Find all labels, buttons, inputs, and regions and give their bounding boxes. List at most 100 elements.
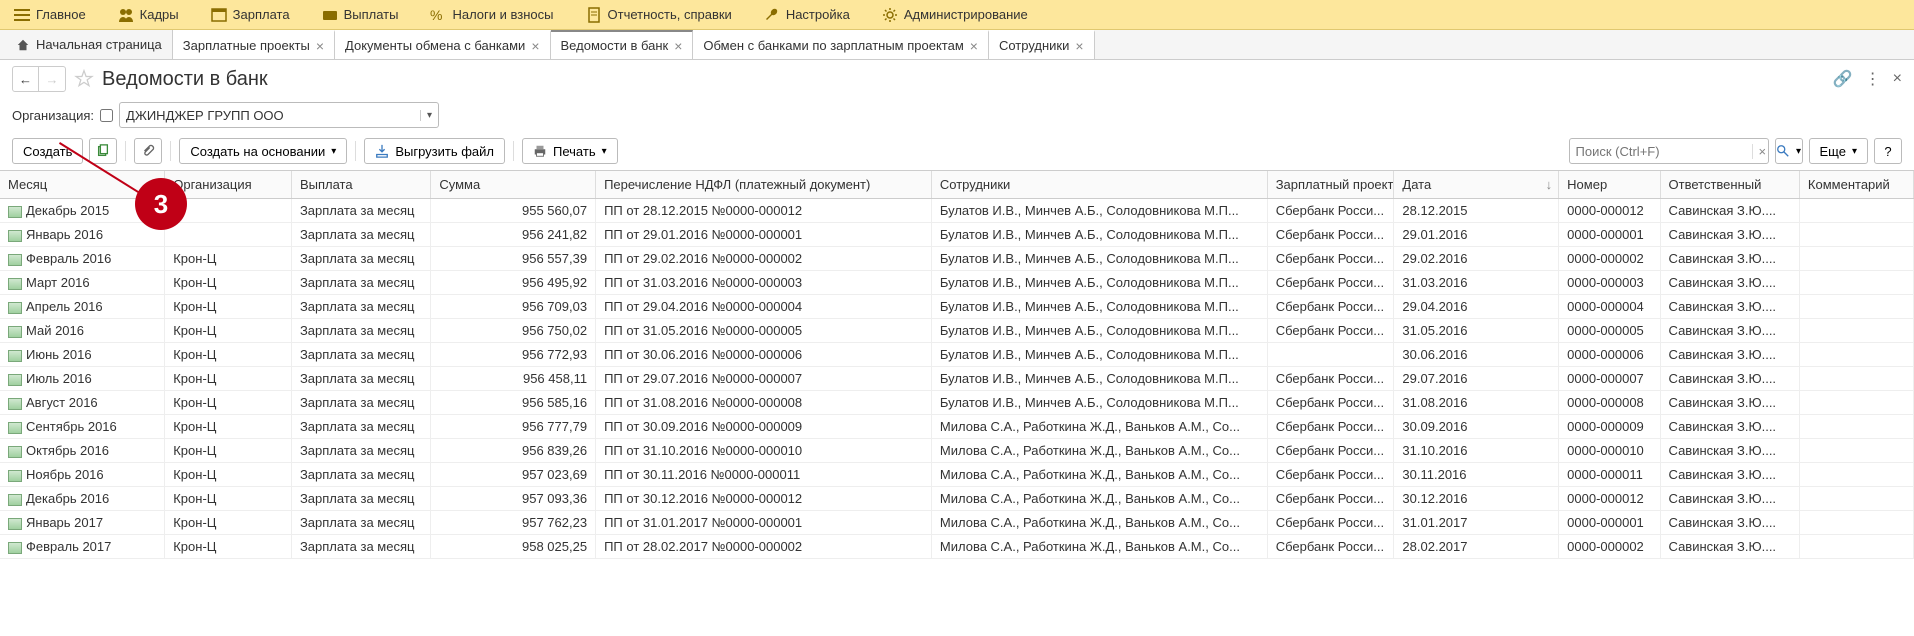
home-icon [16,38,30,52]
menu-reports[interactable]: Отчетность, справки [580,3,738,27]
tabs-bar: Начальная страница Зарплатные проекты×До… [0,30,1914,60]
calendar-icon [211,7,227,23]
table-wrap: МесяцОрганизацияВыплатаСуммаПеречисление… [0,170,1914,634]
org-select[interactable]: ДЖИНДЖЕР ГРУПП ООО ▾ [119,102,439,128]
home-tab[interactable]: Начальная страница [6,30,173,59]
table-row[interactable]: Март 2016Крон-ЦЗарплата за месяц956 495,… [0,271,1914,295]
table-row[interactable]: Ноябрь 2016Крон-ЦЗарплата за месяц957 02… [0,463,1914,487]
printer-icon [533,144,547,158]
row-icon [8,374,22,386]
titlebar: ← → Ведомости в банк 🔗 ⋮ × [0,60,1914,98]
table-row[interactable]: Январь 2016Зарплата за месяц956 241,82ПП… [0,223,1914,247]
menu-icon [14,7,30,23]
menu-taxes[interactable]: % Налоги и взносы [424,3,559,27]
row-icon [8,350,22,362]
search-box[interactable]: × [1569,138,1769,164]
create-based-button[interactable]: Создать на основании▾ [179,138,347,164]
column-header[interactable]: Комментарий [1799,171,1913,199]
gear-icon [882,7,898,23]
close-icon[interactable]: × [674,38,682,54]
search-input[interactable] [1576,144,1752,159]
table-row[interactable]: Июнь 2016Крон-ЦЗарплата за месяц956 772,… [0,343,1914,367]
row-icon [8,326,22,338]
row-icon [8,206,22,218]
toolbar: Создать Создать на основании▾ Выгрузить … [0,132,1914,170]
export-button[interactable]: Выгрузить файл [364,138,505,164]
copy-icon [96,144,110,158]
column-header[interactable]: Ответственный [1660,171,1799,199]
row-icon [8,446,22,458]
table-row[interactable]: Апрель 2016Крон-ЦЗарплата за месяц956 70… [0,295,1914,319]
table-row[interactable]: Февраль 2016Крон-ЦЗарплата за месяц956 5… [0,247,1914,271]
tab[interactable]: Документы обмена с банками× [335,30,550,59]
document-icon [586,7,602,23]
paperclip-icon [141,144,155,158]
org-label: Организация: [12,108,94,123]
search-icon [1776,144,1790,158]
kebab-icon[interactable]: ⋮ [1865,69,1881,89]
column-header[interactable]: Сумма [431,171,596,199]
table-row[interactable]: Январь 2017Крон-ЦЗарплата за месяц957 76… [0,511,1914,535]
close-icon[interactable]: × [970,38,978,54]
back-button[interactable]: ← [13,67,39,91]
tab[interactable]: Сотрудники× [989,30,1095,59]
column-header[interactable]: Выплата [291,171,430,199]
close-icon[interactable]: × [316,38,324,54]
org-checkbox[interactable] [100,109,113,122]
wrench-icon [764,7,780,23]
column-header[interactable]: Перечисление НДФЛ (платежный документ) [596,171,932,199]
filter-row: Организация: ДЖИНДЖЕР ГРУПП ООО ▾ [0,98,1914,132]
table-row[interactable]: Февраль 2017Крон-ЦЗарплата за месяц958 0… [0,535,1914,559]
svg-text:%: % [430,7,442,23]
row-icon [8,518,22,530]
row-icon [8,254,22,266]
export-icon [375,144,389,158]
page-title: Ведомости в банк [102,68,268,91]
column-header[interactable]: Дата [1394,171,1559,199]
row-icon [8,230,22,242]
table-row[interactable]: Июль 2016Крон-ЦЗарплата за месяц956 458,… [0,367,1914,391]
main-menu: Главное Кадры Зарплата Выплаты % Налоги … [0,0,1914,30]
table-row[interactable]: Август 2016Крон-ЦЗарплата за месяц956 58… [0,391,1914,415]
table-row[interactable]: Декабрь 2015Зарплата за месяц955 560,07П… [0,199,1914,223]
print-button[interactable]: Печать▾ [522,138,618,164]
menu-salary[interactable]: Зарплата [205,3,296,27]
column-header[interactable]: Сотрудники [931,171,1267,199]
close-icon[interactable]: × [531,38,539,54]
table-row[interactable]: Декабрь 2016Крон-ЦЗарплата за месяц957 0… [0,487,1914,511]
percent-icon: % [430,7,446,23]
forward-button[interactable]: → [39,67,65,91]
row-icon [8,302,22,314]
copy-button[interactable] [89,138,117,164]
menu-main[interactable]: Главное [8,3,92,27]
menu-payments[interactable]: Выплаты [316,3,405,27]
more-button[interactable]: Еще▾ [1809,138,1868,164]
column-header[interactable]: Зарплатный проект [1267,171,1394,199]
help-button[interactable]: ? [1874,138,1902,164]
close-icon[interactable]: × [1075,38,1083,54]
table-row[interactable]: Сентябрь 2016Крон-ЦЗарплата за месяц956 … [0,415,1914,439]
row-icon [8,542,22,554]
menu-settings[interactable]: Настройка [758,3,856,27]
table-row[interactable]: Октябрь 2016Крон-ЦЗарплата за месяц956 8… [0,439,1914,463]
annotation-badge: 3 [135,178,187,230]
menu-staff[interactable]: Кадры [112,3,185,27]
search-button[interactable]: ▾ [1775,138,1803,164]
link-icon[interactable]: 🔗 [1833,69,1853,89]
tab[interactable]: Обмен с банками по зарплатным проектам× [693,30,989,59]
nav-arrows: ← → [12,66,66,92]
table-row[interactable]: Май 2016Крон-ЦЗарплата за месяц956 750,0… [0,319,1914,343]
data-table: МесяцОрганизацияВыплатаСуммаПеречисление… [0,171,1914,559]
tab[interactable]: Зарплатные проекты× [173,30,335,59]
clear-search-icon[interactable]: × [1752,144,1767,159]
column-header[interactable]: Номер [1559,171,1660,199]
attach-button[interactable] [134,138,162,164]
menu-admin[interactable]: Администрирование [876,3,1034,27]
row-icon [8,278,22,290]
row-icon [8,398,22,410]
people-icon [118,7,134,23]
wallet-icon [322,7,338,23]
tab[interactable]: Ведомости в банк× [551,30,694,59]
star-icon[interactable] [74,69,94,89]
close-page-icon[interactable]: × [1893,70,1902,88]
